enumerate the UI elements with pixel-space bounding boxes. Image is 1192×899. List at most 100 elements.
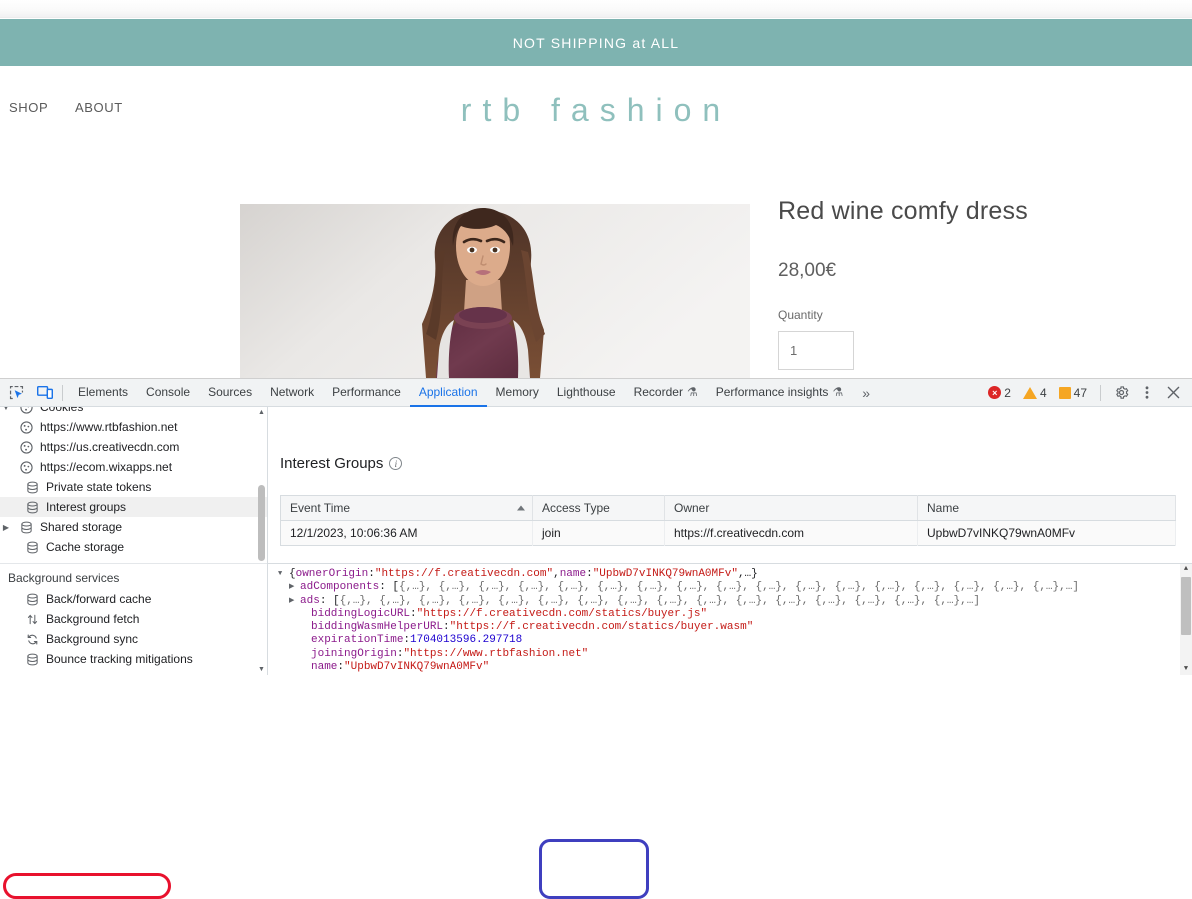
info-counter[interactable]: 47 <box>1054 386 1092 400</box>
panel-title: Interest Groups i <box>280 455 403 472</box>
tab-recorder[interactable]: Recorder ⚗ <box>625 379 707 406</box>
json-line-1[interactable]: ▶ adComponents: [{,…}, {,…}, {,…}, {,…}, … <box>278 581 1192 594</box>
error-icon: × <box>988 386 1002 399</box>
sidebar-item-back-forward-cache[interactable]: Back/forward cache <box>0 589 267 609</box>
sidebar-item-shared-storage[interactable]: ▶ Shared storage <box>0 517 267 537</box>
sidebar-cookie-origin-2[interactable]: https://ecom.wixapps.net <box>0 457 267 477</box>
json-line-6[interactable]: joiningOrigin: "https://www.rtbfashion.n… <box>278 648 1192 661</box>
scroll-down-arrow-icon[interactable]: ▼ <box>256 664 267 675</box>
scroll-down-arrow-icon[interactable]: ▼ <box>1180 664 1192 675</box>
sidebar-item-bounce-tracking-mitigations[interactable]: Bounce tracking mitigations <box>0 649 267 669</box>
interest-groups-table[interactable]: Event Time Access Type Owner Name 12/1/2… <box>280 495 1176 546</box>
json-token-punct: { <box>289 568 296 580</box>
tab-label: Sources <box>208 385 253 399</box>
column-header-name[interactable]: Name <box>917 495 1176 521</box>
table-row[interactable]: 12/1/2023, 10:06:36 AM join https://f.cr… <box>280 520 1176 546</box>
promo-banner-text: NOT SHIPPING at ALL <box>512 34 680 51</box>
info-icon[interactable]: i <box>389 457 403 470</box>
application-sidebar[interactable]: ▼ Cookies https://www.rtbfashion.net htt… <box>0 407 268 675</box>
json-line-4[interactable]: biddingWasmHelperURL: "https://f.creativ… <box>278 621 1192 634</box>
database-icon <box>24 501 40 514</box>
tab-performance-insights[interactable]: Performance insights ⚗ <box>707 379 852 406</box>
site-brand-logo[interactable]: rtb fashion <box>0 92 1192 129</box>
warning-counter[interactable]: 4 <box>1018 386 1052 400</box>
sidebar-item-label: Back/forward cache <box>46 592 152 606</box>
tab-sources[interactable]: Sources <box>199 379 261 406</box>
sidebar-item-label: Shared storage <box>40 520 123 534</box>
tab-lighthouse[interactable]: Lighthouse <box>548 379 625 406</box>
tab-label: Recorder <box>633 385 683 399</box>
cell-access-type: join <box>532 520 665 546</box>
tab-label: Elements <box>78 385 129 399</box>
quantity-input[interactable]: 1 <box>778 330 854 370</box>
json-line-3[interactable]: biddingLogicURL: "https://f.creativecdn.… <box>278 608 1192 621</box>
json-line-5[interactable]: expirationTime: 1704013596.297718 <box>278 634 1192 647</box>
sidebar-scrollbar[interactable]: ▲ ▼ <box>256 407 267 675</box>
tab-network[interactable]: Network <box>261 379 323 406</box>
cell-name: UpbwD7vINKQ79wnA0MFv <box>917 520 1176 546</box>
error-counter[interactable]: × 2 <box>983 386 1016 400</box>
scroll-up-arrow-icon[interactable]: ▲ <box>256 407 267 418</box>
interest-group-json-viewer[interactable]: ▲ ▼ ▼{ownerOrigin: "https://f.creativecd… <box>268 563 1192 675</box>
tab-memory[interactable]: Memory <box>487 379 548 406</box>
column-header-access-type[interactable]: Access Type <box>532 495 665 521</box>
browser-chrome-strip <box>0 0 1192 18</box>
json-token-str: "https://f.creativecdn.com/statics/buyer… <box>416 607 708 620</box>
warning-count: 4 <box>1039 385 1047 400</box>
red-highlight-interest-groups <box>3 873 171 899</box>
json-expand-arrow-icon[interactable]: ▶ <box>289 581 300 594</box>
tab-elements[interactable]: Elements <box>69 379 137 406</box>
kebab-menu-icon[interactable] <box>1135 381 1159 405</box>
json-token-str: "https://f.creativecdn.com" <box>374 568 554 580</box>
cookie-icon <box>18 440 34 454</box>
sidebar-scrollbar-thumb[interactable] <box>258 485 265 561</box>
json-line-0[interactable]: ▼{ownerOrigin: "https://f.creativecdn.co… <box>278 568 1192 581</box>
json-collapse-arrow-icon[interactable]: ▼ <box>278 568 289 581</box>
close-icon[interactable] <box>1161 381 1185 405</box>
database-icon <box>24 653 40 666</box>
sidebar-item-label: Background fetch <box>46 612 140 626</box>
cookie-icon <box>18 420 34 434</box>
sidebar-item-private-state-tokens[interactable]: Private state tokens <box>0 477 267 497</box>
json-expand-arrow-icon[interactable]: ▶ <box>289 595 300 608</box>
close-glyph <box>1167 386 1179 399</box>
json-scrollbar-thumb[interactable] <box>1181 577 1191 635</box>
scroll-up-arrow-icon[interactable]: ▲ <box>1180 564 1192 576</box>
product-price: 28,00€ <box>778 259 837 281</box>
tab-console[interactable]: Console <box>137 379 199 406</box>
sidebar-item-interest-groups[interactable]: Interest groups <box>0 497 267 517</box>
browser-page-viewport: NOT SHIPPING at ALL SHOP ABOUT rtb fashi… <box>0 0 1192 378</box>
gear-icon[interactable] <box>1109 381 1133 405</box>
blue-highlight-access-type <box>539 839 649 899</box>
sidebar-item-background-fetch[interactable]: Background fetch <box>0 609 267 629</box>
sidebar-item-cookies[interactable]: ▼ Cookies <box>0 407 267 417</box>
json-token-punct: : [ <box>319 594 340 607</box>
sidebar-cookie-origin-1[interactable]: https://us.creativecdn.com <box>0 437 267 457</box>
json-line-7[interactable]: name: "UpbwD7vINKQ79wnA0MFv" <box>278 661 1192 674</box>
json-token-key: ownerOrigin <box>295 568 369 580</box>
product-section: Red wine comfy dress 28,00€ Quantity 1 <box>0 152 1192 378</box>
sidebar-item-cache-storage[interactable]: Cache storage <box>0 537 267 557</box>
tab-performance[interactable]: Performance <box>323 379 410 406</box>
quantity-label: Quantity <box>778 307 823 322</box>
device-toolbar-icon[interactable] <box>32 381 58 405</box>
responsive-device-icon <box>37 386 53 399</box>
sidebar-cookie-origin-0[interactable]: https://www.rtbfashion.net <box>0 417 267 437</box>
inspect-element-icon[interactable] <box>3 381 29 405</box>
json-scrollbar[interactable]: ▲ ▼ <box>1180 564 1192 675</box>
json-token-num: 1704013596.297718 <box>410 634 523 647</box>
tab-label: Performance insights <box>715 385 829 399</box>
sidebar-item-label: Interest groups <box>46 500 127 514</box>
inspect-cursor-icon <box>9 385 23 400</box>
column-header-event-time[interactable]: Event Time <box>280 495 533 521</box>
json-line-2[interactable]: ▶ ads: [{,…}, {,…}, {,…}, {,…}, {,…}, {,…… <box>278 595 1192 608</box>
more-tabs-button[interactable]: » <box>852 385 880 401</box>
json-token-punct: : <box>403 634 411 647</box>
json-token-key: expirationTime <box>311 634 404 647</box>
page-title: Interest Groups <box>280 455 384 472</box>
json-token-key: adComponents <box>300 581 380 594</box>
sidebar-item-background-sync[interactable]: Background sync <box>0 629 267 649</box>
column-header-owner[interactable]: Owner <box>664 495 918 521</box>
error-count: 2 <box>1004 385 1011 400</box>
tab-application[interactable]: Application <box>409 379 487 407</box>
